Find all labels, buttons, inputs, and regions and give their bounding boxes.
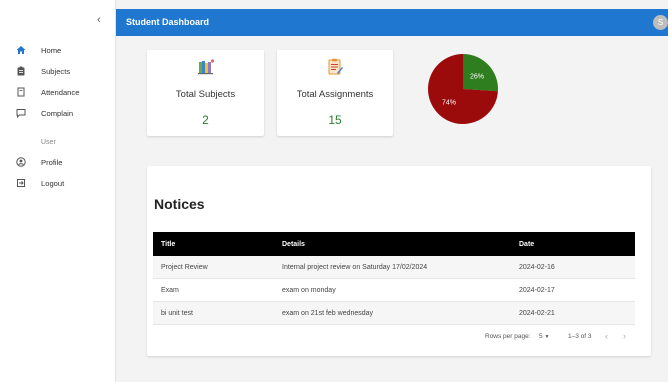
- column-header-date[interactable]: Date: [519, 241, 534, 248]
- cell-date: 2024-02-21: [519, 310, 555, 317]
- sidebar-item-label: Complain: [41, 108, 74, 118]
- sidebar-item-home[interactable]: Home: [0, 40, 116, 60]
- sidebar-item-label: Subjects: [41, 66, 71, 76]
- sidebar-item-label: Profile: [41, 157, 63, 167]
- cell-details: exam on monday: [282, 287, 336, 294]
- column-header-title[interactable]: Title: [161, 241, 175, 248]
- cell-date: 2024-02-16: [519, 264, 555, 271]
- sidebar-section-user: User: [41, 139, 56, 146]
- cell-title: bi unit test: [161, 310, 193, 317]
- cell-details: Internal project review on Saturday 17/0…: [282, 264, 428, 271]
- sidebar-item-label: Attendance: [41, 87, 80, 97]
- rows-per-page-select[interactable]: 5 ▼: [539, 333, 549, 340]
- sidebar-item-attendance[interactable]: Attendance: [0, 82, 116, 102]
- app-header: Student Dashboard S: [116, 9, 668, 36]
- home-icon: [15, 44, 27, 56]
- next-page-button[interactable]: ›: [623, 331, 626, 341]
- comment-icon: [15, 107, 27, 119]
- avatar[interactable]: S: [653, 15, 668, 30]
- logout-icon: [15, 177, 27, 189]
- prev-page-button[interactable]: ‹: [605, 331, 608, 341]
- notices-title: Notices: [154, 196, 205, 212]
- stat-value: 15: [328, 113, 342, 127]
- document-icon: [15, 86, 27, 98]
- sidebar: ‹ Home Subjects Attendance Complain User…: [0, 0, 116, 382]
- sidebar-item-logout[interactable]: Logout: [0, 173, 116, 193]
- table-row[interactable]: Exam exam on monday 2024-02-17: [153, 279, 635, 302]
- stat-title: Total Assignments: [296, 89, 374, 100]
- sidebar-item-subjects[interactable]: Subjects: [0, 61, 116, 81]
- stat-title: Total Subjects: [175, 89, 236, 100]
- clipboard-icon: [15, 65, 27, 77]
- pie-slice-label-1: 74%: [442, 100, 456, 107]
- stat-card-assignments: Total Assignments 15: [277, 50, 393, 136]
- assignment-icon: [327, 58, 343, 81]
- table-row[interactable]: bi unit test exam on 21st feb wednesday …: [153, 302, 635, 325]
- rows-per-page-value: 5: [539, 333, 543, 340]
- table-header: Title Details Date: [153, 232, 635, 256]
- sidebar-item-label: Logout: [41, 178, 65, 188]
- books-icon: [197, 59, 215, 80]
- sidebar-item-complain[interactable]: Complain: [0, 103, 116, 123]
- cell-date: 2024-02-17: [519, 287, 555, 294]
- rows-per-page-label: Rows per page:: [485, 333, 531, 340]
- attendance-pie-chart: 26% 74%: [428, 54, 498, 124]
- pagination-range: 1–3 of 3: [568, 333, 592, 340]
- chevron-down-icon: ▼: [544, 334, 550, 340]
- collapse-sidebar-button[interactable]: ‹: [97, 14, 109, 28]
- account-circle-icon: [15, 156, 27, 168]
- table-pagination: Rows per page: 5 ▼ 1–3 of 3 ‹ ›: [153, 325, 635, 347]
- pie-slice-label-0: 26%: [470, 73, 484, 80]
- stat-card-subjects: Total Subjects 2: [147, 50, 264, 136]
- page-title: Student Dashboard: [126, 17, 210, 27]
- cell-details: exam on 21st feb wednesday: [282, 310, 374, 317]
- sidebar-item-label: Home: [41, 45, 62, 55]
- table-row[interactable]: Project Review Internal project review o…: [153, 256, 635, 279]
- sidebar-item-profile[interactable]: Profile: [0, 152, 116, 172]
- cell-title: Exam: [161, 287, 179, 294]
- column-header-details[interactable]: Details: [282, 241, 305, 248]
- notices-card: Notices Title Details Date Project Revie…: [147, 166, 651, 356]
- stat-value: 2: [202, 113, 209, 127]
- cell-title: Project Review: [161, 264, 208, 271]
